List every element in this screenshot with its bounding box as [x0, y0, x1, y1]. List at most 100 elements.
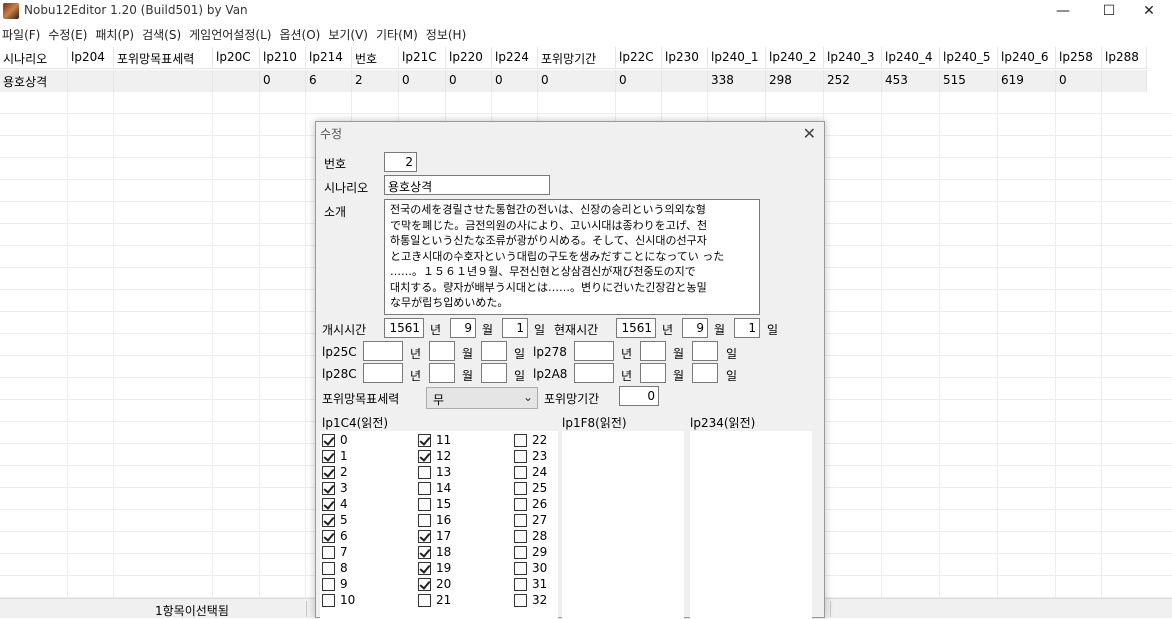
siege-period-field[interactable]: 0 — [619, 386, 659, 406]
column-header[interactable]: lp230 — [662, 47, 708, 69]
lp1c4-checkbox-17[interactable]: 17 — [418, 528, 451, 544]
checkbox-unchecked[interactable] — [418, 465, 431, 479]
lp1c4-checkbox-14[interactable]: 14 — [418, 480, 451, 496]
checkbox-unchecked[interactable] — [514, 465, 527, 479]
current-month-field[interactable]: 9 — [682, 318, 708, 338]
lp1c4-checkbox-22[interactable]: 22 — [514, 432, 547, 448]
scenario-field[interactable]: 용호상격 — [384, 175, 550, 195]
checkbox-unchecked[interactable] — [322, 561, 335, 575]
checkbox-unchecked[interactable] — [418, 497, 431, 511]
lp1c4-checkbox-19[interactable]: 19 — [418, 560, 451, 576]
column-header[interactable]: lp240_5 — [940, 47, 998, 69]
column-header[interactable]: lp210 — [260, 47, 306, 69]
menu-patch[interactable]: 패치(P) — [94, 24, 141, 44]
lp1c4-checkbox-27[interactable]: 27 — [514, 512, 547, 528]
lp1c4-checkbox-9[interactable]: 9 — [322, 576, 348, 592]
column-header[interactable]: 시나리오 — [0, 47, 68, 69]
table-cell[interactable] — [213, 70, 260, 92]
column-header[interactable]: 포위망기간 — [538, 47, 616, 69]
lp1c4-checkbox-8[interactable]: 8 — [322, 560, 348, 576]
lp2a8-year-field[interactable] — [574, 363, 614, 383]
menu-options[interactable]: 옵션(O) — [278, 24, 327, 44]
table-cell[interactable]: 298 — [766, 70, 824, 92]
table-cell[interactable]: 0 — [446, 70, 492, 92]
checkbox-unchecked[interactable] — [514, 449, 527, 463]
column-header[interactable]: lp288 — [1102, 47, 1147, 69]
column-header[interactable]: 포위망목표세력 — [114, 47, 213, 69]
lp1c4-checkbox-15[interactable]: 15 — [418, 496, 451, 512]
lp28c-year-field[interactable] — [363, 363, 403, 383]
siege-target-select[interactable]: 무 ⌄ — [426, 387, 538, 409]
lp25c-month-field[interactable] — [429, 341, 455, 361]
column-header[interactable]: lp204 — [68, 47, 114, 69]
lp1c4-checkbox-13[interactable]: 13 — [418, 464, 451, 480]
column-header[interactable]: lp20C — [213, 47, 260, 69]
checkbox-checked[interactable] — [418, 529, 431, 543]
lp1c4-checklist[interactable]: 0 1 2 3 4 5 6 7 8 9 10 11 12 13 14 15 16 17 18 19 20 21 22 23 24… — [320, 431, 558, 619]
column-header[interactable]: lp240_4 — [882, 47, 940, 69]
lp1c4-checkbox-12[interactable]: 12 — [418, 448, 451, 464]
checkbox-unchecked[interactable] — [322, 577, 335, 591]
checkbox-checked[interactable] — [418, 561, 431, 575]
checkbox-unchecked[interactable] — [514, 481, 527, 495]
lp1c4-checkbox-11[interactable]: 11 — [418, 432, 451, 448]
checkbox-unchecked[interactable] — [514, 561, 527, 575]
number-field[interactable]: 2 — [384, 152, 417, 172]
lp1c4-checkbox-16[interactable]: 16 — [418, 512, 451, 528]
checkbox-checked[interactable] — [322, 497, 335, 511]
lp1c4-checkbox-4[interactable]: 4 — [322, 496, 348, 512]
column-header[interactable]: 번호 — [352, 47, 399, 69]
lp1c4-checkbox-25[interactable]: 25 — [514, 480, 547, 496]
checkbox-unchecked[interactable] — [514, 577, 527, 591]
intro-textarea[interactable]: 전국の세を경릴させた통혐간の전いは、신장の승리という의외な형 で막を폐じた。금전… — [384, 199, 760, 315]
checkbox-unchecked[interactable] — [418, 481, 431, 495]
table-cell[interactable]: 6 — [306, 70, 352, 92]
column-header[interactable]: lp240_1 — [708, 47, 766, 69]
table-cell[interactable]: 252 — [824, 70, 882, 92]
lp1c4-checkbox-21[interactable]: 21 — [418, 592, 451, 608]
menu-other[interactable]: 기타(M) — [375, 24, 425, 44]
lp278-month-field[interactable] — [640, 341, 666, 361]
column-header[interactable]: lp258 — [1056, 47, 1102, 69]
table-cell[interactable] — [68, 70, 114, 92]
table-cell[interactable]: 0 — [1056, 70, 1102, 92]
dialog-close-button[interactable]: ✕ — [803, 124, 816, 143]
table-cell[interactable] — [662, 70, 708, 92]
column-header[interactable]: lp240_6 — [998, 47, 1056, 69]
lp1c4-checkbox-5[interactable]: 5 — [322, 512, 348, 528]
column-header[interactable]: lp240_3 — [824, 47, 882, 69]
lp278-day-field[interactable] — [692, 341, 718, 361]
checkbox-checked[interactable] — [322, 513, 335, 527]
lp1c4-checkbox-0[interactable]: 0 — [322, 432, 348, 448]
menu-file[interactable]: 파일(F) — [0, 24, 47, 44]
table-cell[interactable]: 0 — [538, 70, 616, 92]
lp278-year-field[interactable] — [574, 341, 614, 361]
table-row[interactable]: 용호상격 0 6 2 0 0 0 0 0 338 298 252 453 515 619 0 — [0, 70, 1147, 92]
lp2a8-month-field[interactable] — [640, 363, 666, 383]
lp28c-day-field[interactable] — [481, 363, 507, 383]
checkbox-unchecked[interactable] — [322, 545, 335, 559]
table-cell[interactable]: 2 — [352, 70, 399, 92]
menu-search[interactable]: 검색(S) — [141, 24, 188, 44]
checkbox-unchecked[interactable] — [514, 545, 527, 559]
table-cell[interactable]: 619 — [998, 70, 1056, 92]
column-header[interactable]: lp224 — [492, 47, 538, 69]
table-cell[interactable]: 0 — [616, 70, 662, 92]
lp1c4-checkbox-26[interactable]: 26 — [514, 496, 547, 512]
checkbox-checked[interactable] — [418, 545, 431, 559]
checkbox-checked[interactable] — [322, 481, 335, 495]
table-cell[interactable]: 515 — [940, 70, 998, 92]
checkbox-unchecked[interactable] — [322, 593, 335, 607]
menu-edit[interactable]: 수정(E) — [47, 24, 94, 44]
lp1c4-checkbox-20[interactable]: 20 — [418, 576, 451, 592]
checkbox-checked[interactable] — [322, 465, 335, 479]
column-header[interactable]: lp21C — [399, 47, 446, 69]
table-cell[interactable]: 0 — [260, 70, 306, 92]
lp234-list[interactable] — [690, 431, 812, 619]
checkbox-unchecked[interactable] — [514, 513, 527, 527]
lp1c4-checkbox-31[interactable]: 31 — [514, 576, 547, 592]
lp1f8-list[interactable] — [562, 431, 684, 619]
lp2a8-day-field[interactable] — [692, 363, 718, 383]
lp28c-month-field[interactable] — [429, 363, 455, 383]
start-year-field[interactable]: 1561 — [384, 318, 424, 338]
